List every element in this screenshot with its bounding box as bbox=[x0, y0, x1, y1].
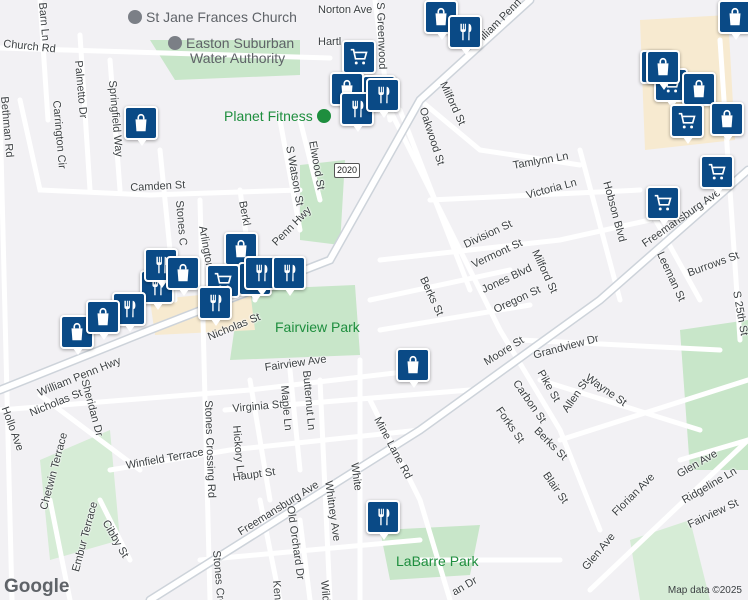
planet-fitness-label[interactable]: Planet Fitness bbox=[224, 108, 335, 124]
shopping-bag-marker[interactable] bbox=[682, 72, 716, 112]
restaurant-marker[interactable] bbox=[366, 78, 400, 118]
route-shield: 2020 bbox=[334, 163, 360, 178]
street-label: S Greenwood bbox=[374, 2, 389, 70]
shopping-bag-marker[interactable] bbox=[646, 50, 680, 90]
restaurant-marker[interactable] bbox=[366, 500, 400, 540]
gym-icon bbox=[316, 109, 331, 123]
shopping-bag-icon bbox=[721, 109, 733, 128]
restaurant-marker[interactable] bbox=[198, 286, 232, 326]
shopping-cart-marker[interactable] bbox=[700, 155, 734, 195]
shopping-cart-marker[interactable] bbox=[646, 186, 680, 226]
shopping-bag-marker[interactable] bbox=[166, 256, 200, 296]
shopping-cart-marker[interactable] bbox=[342, 40, 376, 80]
restaurant-icon bbox=[210, 294, 222, 312]
shopping-bag-icon bbox=[135, 113, 147, 132]
water-authority-line-1: Easton Suburban bbox=[186, 35, 295, 51]
shopping-cart-icon bbox=[708, 163, 726, 180]
shopping-bag-icon bbox=[71, 322, 83, 341]
restaurant-icon bbox=[460, 23, 472, 41]
church-icon bbox=[128, 10, 142, 24]
shopping-bag-icon bbox=[97, 307, 109, 326]
shopping-cart-marker[interactable] bbox=[670, 104, 704, 144]
restaurant-icon bbox=[124, 300, 136, 318]
fairview-park-label[interactable]: Fairview Park bbox=[275, 319, 360, 335]
restaurant-marker[interactable] bbox=[272, 256, 306, 296]
water-authority-label[interactable]: Easton Suburban Water Authority bbox=[168, 36, 294, 66]
shopping-bag-icon bbox=[693, 79, 705, 98]
shopping-bag-icon bbox=[657, 57, 669, 76]
church-label[interactable]: St Jane Frances Church bbox=[128, 9, 297, 25]
shopping-bag-icon bbox=[177, 263, 189, 282]
restaurant-icon bbox=[378, 86, 390, 104]
restaurant-icon bbox=[256, 264, 268, 282]
church-name: St Jane Frances Church bbox=[146, 9, 297, 25]
map-canvas[interactable]: St Jane Frances Church Easton Suburban W… bbox=[0, 0, 748, 600]
restaurant-icon bbox=[284, 264, 296, 282]
shopping-cart-icon bbox=[350, 48, 368, 65]
shopping-bag-marker[interactable] bbox=[718, 0, 748, 40]
labarre-park-label[interactable]: LaBarre Park bbox=[396, 553, 478, 569]
shopping-bag-marker[interactable] bbox=[124, 106, 158, 146]
shopping-bag-icon bbox=[407, 355, 419, 374]
government-icon bbox=[168, 36, 182, 50]
water-authority-line-2: Water Authority bbox=[190, 50, 286, 66]
restaurant-icon bbox=[352, 100, 364, 118]
street-label: Ken bbox=[270, 580, 284, 600]
restaurant-marker[interactable] bbox=[448, 15, 482, 55]
shopping-bag-marker[interactable] bbox=[86, 300, 120, 340]
shopping-bag-icon bbox=[729, 7, 741, 26]
street-label: Wild bbox=[318, 580, 332, 600]
map-attribution[interactable]: Map data ©2025 bbox=[668, 585, 742, 596]
street-label: Norton Ave bbox=[318, 4, 373, 16]
restaurant-icon bbox=[378, 508, 390, 526]
planet-fitness-name: Planet Fitness bbox=[224, 108, 313, 124]
shopping-bag-marker[interactable] bbox=[396, 348, 430, 388]
shopping-cart-icon bbox=[654, 194, 672, 211]
shopping-cart-icon bbox=[678, 112, 696, 129]
shopping-bag-marker[interactable] bbox=[710, 102, 744, 142]
street-label: Hartl bbox=[318, 36, 342, 48]
google-logo: Google bbox=[4, 576, 70, 597]
